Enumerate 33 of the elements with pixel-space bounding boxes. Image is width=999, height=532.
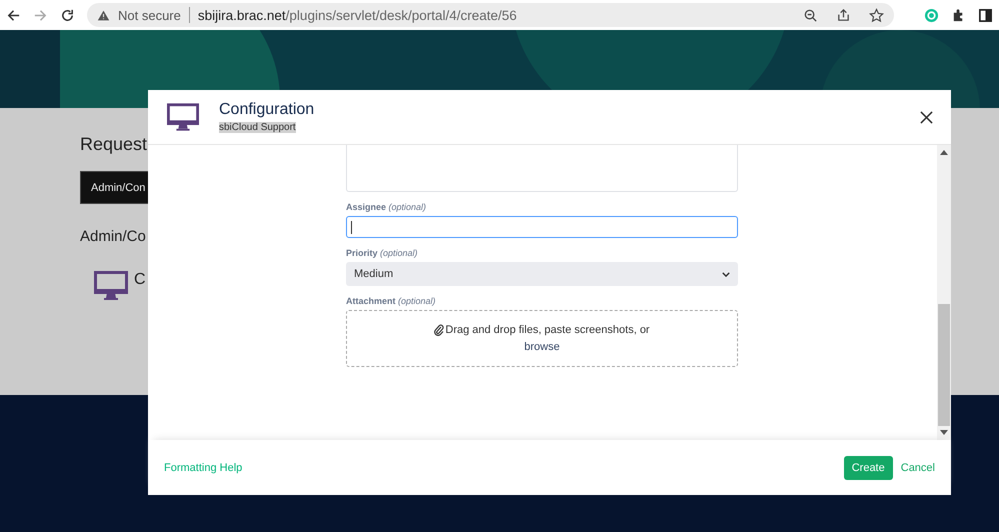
request-type-button[interactable]: Admin/Con	[80, 171, 150, 204]
dialog-title: Configuration	[219, 101, 314, 119]
star-icon[interactable]	[869, 8, 884, 22]
priority-dropdown[interactable]: Medium	[346, 262, 738, 286]
url-text: sbijira.brac.net/plugins/servlet/desk/portal/4/create/56	[198, 8, 517, 22]
dialog-subtitle: sbiCloud Support	[219, 122, 296, 133]
description-field[interactable]	[346, 145, 738, 192]
monitor-icon	[94, 271, 128, 301]
request-type-title[interactable]: C	[134, 271, 146, 301]
close-icon[interactable]	[920, 110, 933, 124]
back-icon[interactable]	[6, 8, 21, 22]
field-label: Assignee (optional)	[346, 202, 426, 212]
paperclip-icon	[434, 324, 444, 336]
monitor-icon	[167, 102, 199, 132]
security-label: Not secure	[118, 8, 181, 22]
scrollbar[interactable]	[937, 145, 951, 440]
assignee-field[interactable]	[346, 216, 738, 238]
section-title: Admin/Co	[80, 228, 146, 245]
scroll-up-icon[interactable]	[940, 149, 948, 155]
sidebar-icon[interactable]	[978, 8, 993, 22]
page-heading: Request	[80, 134, 148, 155]
field-label: Attachment (optional)	[346, 296, 436, 306]
address-bar[interactable]: Not secure sbijira.brac.net/plugins/servlet/desk/portal/4/create/56	[87, 3, 894, 27]
reload-icon[interactable]	[60, 8, 75, 22]
field-label: Priority (optional)	[346, 248, 418, 258]
chevron-icon	[722, 272, 730, 276]
zoom-icon[interactable]	[803, 8, 818, 22]
attachment-dropzone[interactable]: Drag and drop files, paste screenshots, or browse	[346, 310, 738, 367]
dropzone-text: Drag and drop files, paste screenshots, or	[445, 324, 650, 336]
warning-icon	[97, 8, 110, 22]
browse-link[interactable]: browse	[524, 341, 560, 353]
share-icon[interactable]	[836, 8, 851, 22]
scroll-down-icon[interactable]	[940, 430, 948, 436]
